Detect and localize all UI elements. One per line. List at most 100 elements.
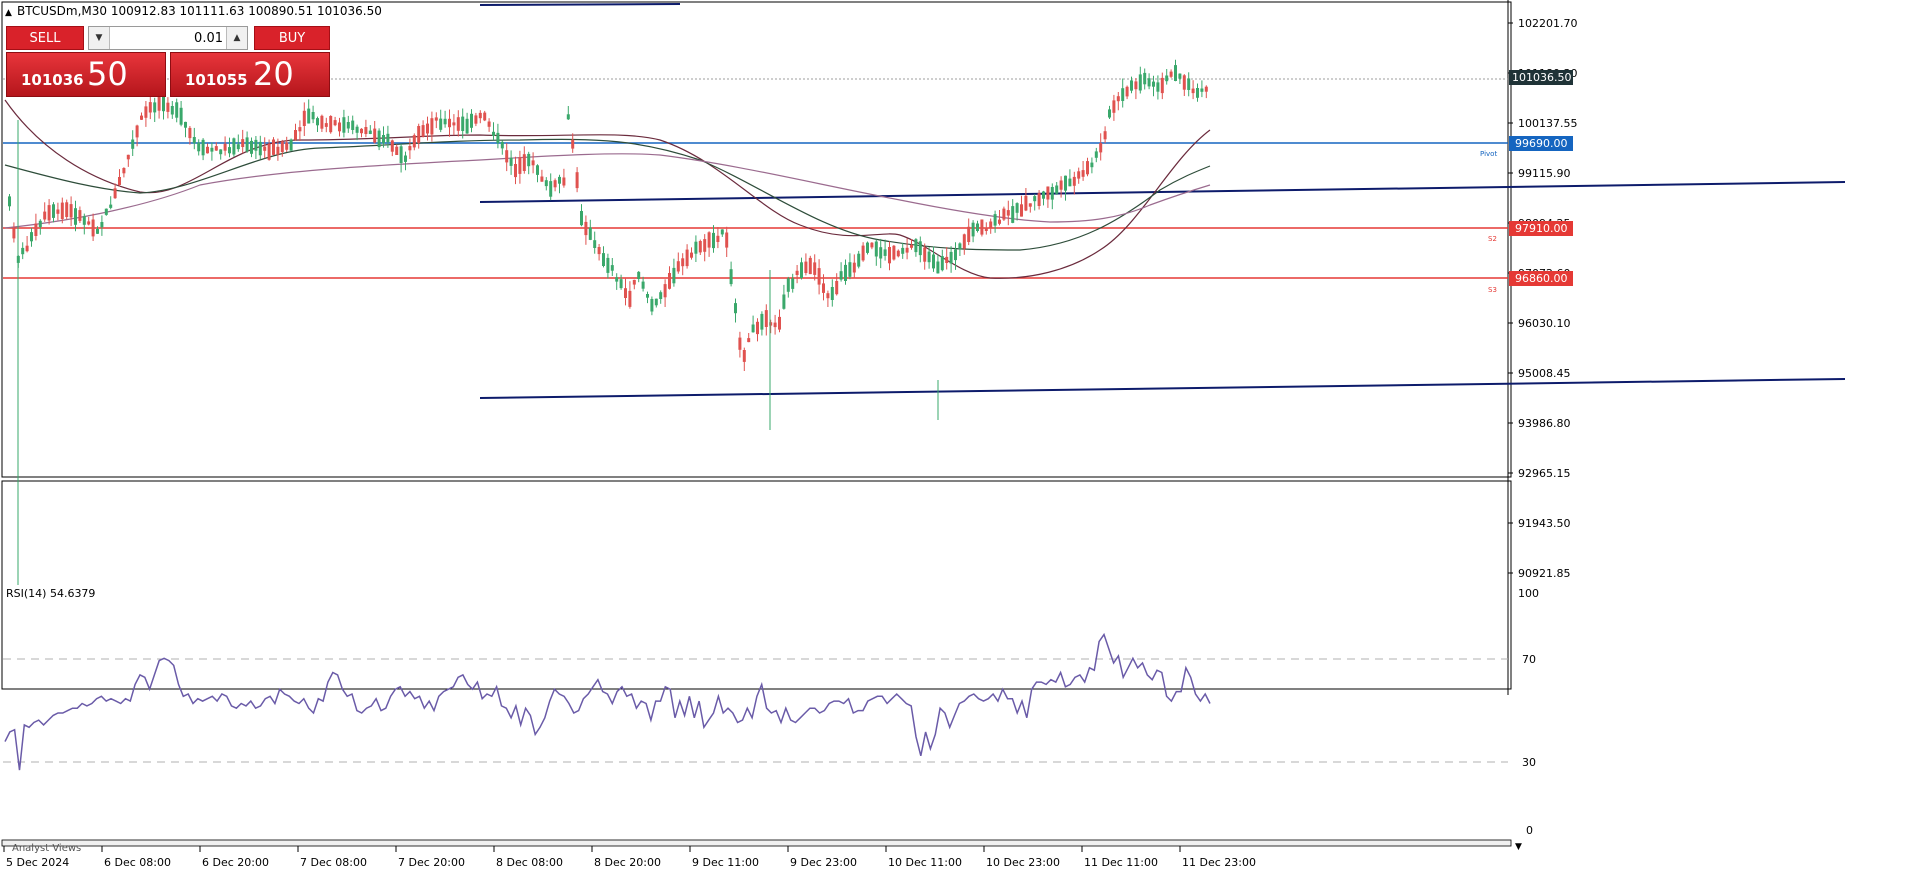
lot-size-input[interactable] <box>111 28 227 48</box>
pivot-label: 99690.00 <box>1515 137 1568 150</box>
symbol-header-icon: ▲ <box>5 8 12 18</box>
price-tick-label: 95008.45 <box>1518 367 1571 380</box>
candle-body <box>316 118 319 126</box>
candle-body <box>751 324 755 333</box>
candle-body <box>681 258 685 267</box>
candle-body <box>34 223 38 236</box>
buy-button[interactable]: BUY <box>254 26 330 50</box>
candle-body <box>1020 204 1023 217</box>
time-axis: 5 Dec 2024 6 Dec 08:00 6 Dec 20:00 7 Dec 08… <box>3 846 1256 869</box>
candle-body <box>157 95 161 111</box>
candle-body <box>795 270 799 275</box>
candle-body <box>25 245 29 252</box>
candle-body <box>844 264 847 281</box>
candle-body <box>610 265 614 271</box>
scroll-down-icon[interactable]: ▼ <box>1515 842 1522 852</box>
candle-body <box>307 108 311 124</box>
candle-body <box>311 112 315 120</box>
candle-body <box>1187 78 1191 90</box>
candle-body <box>448 118 451 128</box>
s3-tag: S3 <box>1488 286 1497 294</box>
sell-price-button[interactable]: 101036 50 <box>6 52 166 97</box>
candle-body <box>852 262 856 273</box>
candle-body <box>778 316 781 330</box>
candle-body <box>729 269 733 285</box>
candle-body <box>267 143 271 160</box>
candle-body <box>346 122 350 129</box>
candle-body <box>487 121 491 127</box>
candle-body <box>1011 206 1015 223</box>
candle-body <box>870 242 874 248</box>
candle-body <box>162 95 165 112</box>
sell-button[interactable]: SELL <box>6 26 84 50</box>
candle-body <box>734 303 737 314</box>
chart-canvas[interactable]: ▲ BTCUSDm,M30 100912.83 101111.63 100890… <box>0 0 1916 874</box>
lot-increase-icon[interactable]: ▲ <box>226 27 247 49</box>
candle-body <box>839 271 843 280</box>
candle-body <box>470 113 473 128</box>
candle-body <box>822 283 825 293</box>
candle-body <box>1002 208 1006 220</box>
candle-body <box>540 176 544 182</box>
rsi-tick-30: 30 <box>1522 756 1536 769</box>
candle-body <box>527 153 531 167</box>
candle-body <box>866 242 869 253</box>
candle-body <box>1042 191 1045 199</box>
candle-body <box>760 313 764 330</box>
price-tick-label: 100137.55 <box>1518 117 1578 130</box>
candle-body <box>597 247 601 255</box>
candle-body <box>236 144 240 150</box>
candle-body <box>782 294 786 309</box>
buy-price-button[interactable]: 101055 20 <box>170 52 330 97</box>
candle-body <box>170 106 174 115</box>
candle-body <box>404 155 407 162</box>
candle-body <box>43 211 47 220</box>
candle-body <box>804 261 808 273</box>
candle-body <box>690 252 693 258</box>
candle-body <box>52 204 55 218</box>
candle-body <box>289 139 293 151</box>
lot-decrease-icon[interactable]: ▼ <box>89 27 110 49</box>
candle-body <box>602 253 605 266</box>
candle-body <box>791 278 795 289</box>
candle-body <box>443 118 447 125</box>
candle-body <box>962 234 966 249</box>
candle-body <box>166 102 170 112</box>
candle-body <box>122 168 126 174</box>
time-tick-label: 5 Dec 2024 <box>6 856 69 869</box>
candle-body <box>421 125 425 137</box>
candle-body <box>940 256 944 271</box>
price-tick-label: 102201.70 <box>1518 17 1578 30</box>
candle-body <box>892 245 896 260</box>
candle-body <box>140 115 143 120</box>
price-tick-label: 96030.10 <box>1518 317 1571 330</box>
candle-body <box>118 177 121 185</box>
candle-body <box>280 141 284 152</box>
candle-body <box>188 127 192 139</box>
analyst-views-tab[interactable]: Analyst Views <box>12 843 81 854</box>
rsi-tick-100: 100 <box>1518 587 1539 600</box>
candle-body <box>395 146 399 155</box>
candle-body <box>430 118 434 135</box>
candle-body <box>619 279 623 289</box>
chart-area[interactable]: ▲ BTCUSDm,M30 100912.83 101111.63 100890… <box>0 0 1916 874</box>
trendline-top[interactable] <box>479 3 681 6</box>
time-tick-label: 10 Dec 11:00 <box>888 856 962 869</box>
candle-body <box>386 133 390 143</box>
candle-body <box>390 140 394 152</box>
candle-body <box>883 249 887 256</box>
time-tick-label: 8 Dec 08:00 <box>496 856 563 869</box>
candle-body <box>549 181 553 197</box>
candle-body <box>148 102 152 113</box>
candle-body <box>382 135 385 144</box>
candle-body <box>434 117 438 121</box>
candle-body <box>1112 100 1116 113</box>
candle-body <box>483 112 487 121</box>
candle-body <box>1055 185 1059 194</box>
s3-label: 96860.00 <box>1515 272 1568 285</box>
candle-body <box>298 127 302 132</box>
candle-body <box>676 261 680 272</box>
candle-body <box>830 287 834 300</box>
candle-body <box>826 293 830 299</box>
candle-body <box>544 180 548 187</box>
